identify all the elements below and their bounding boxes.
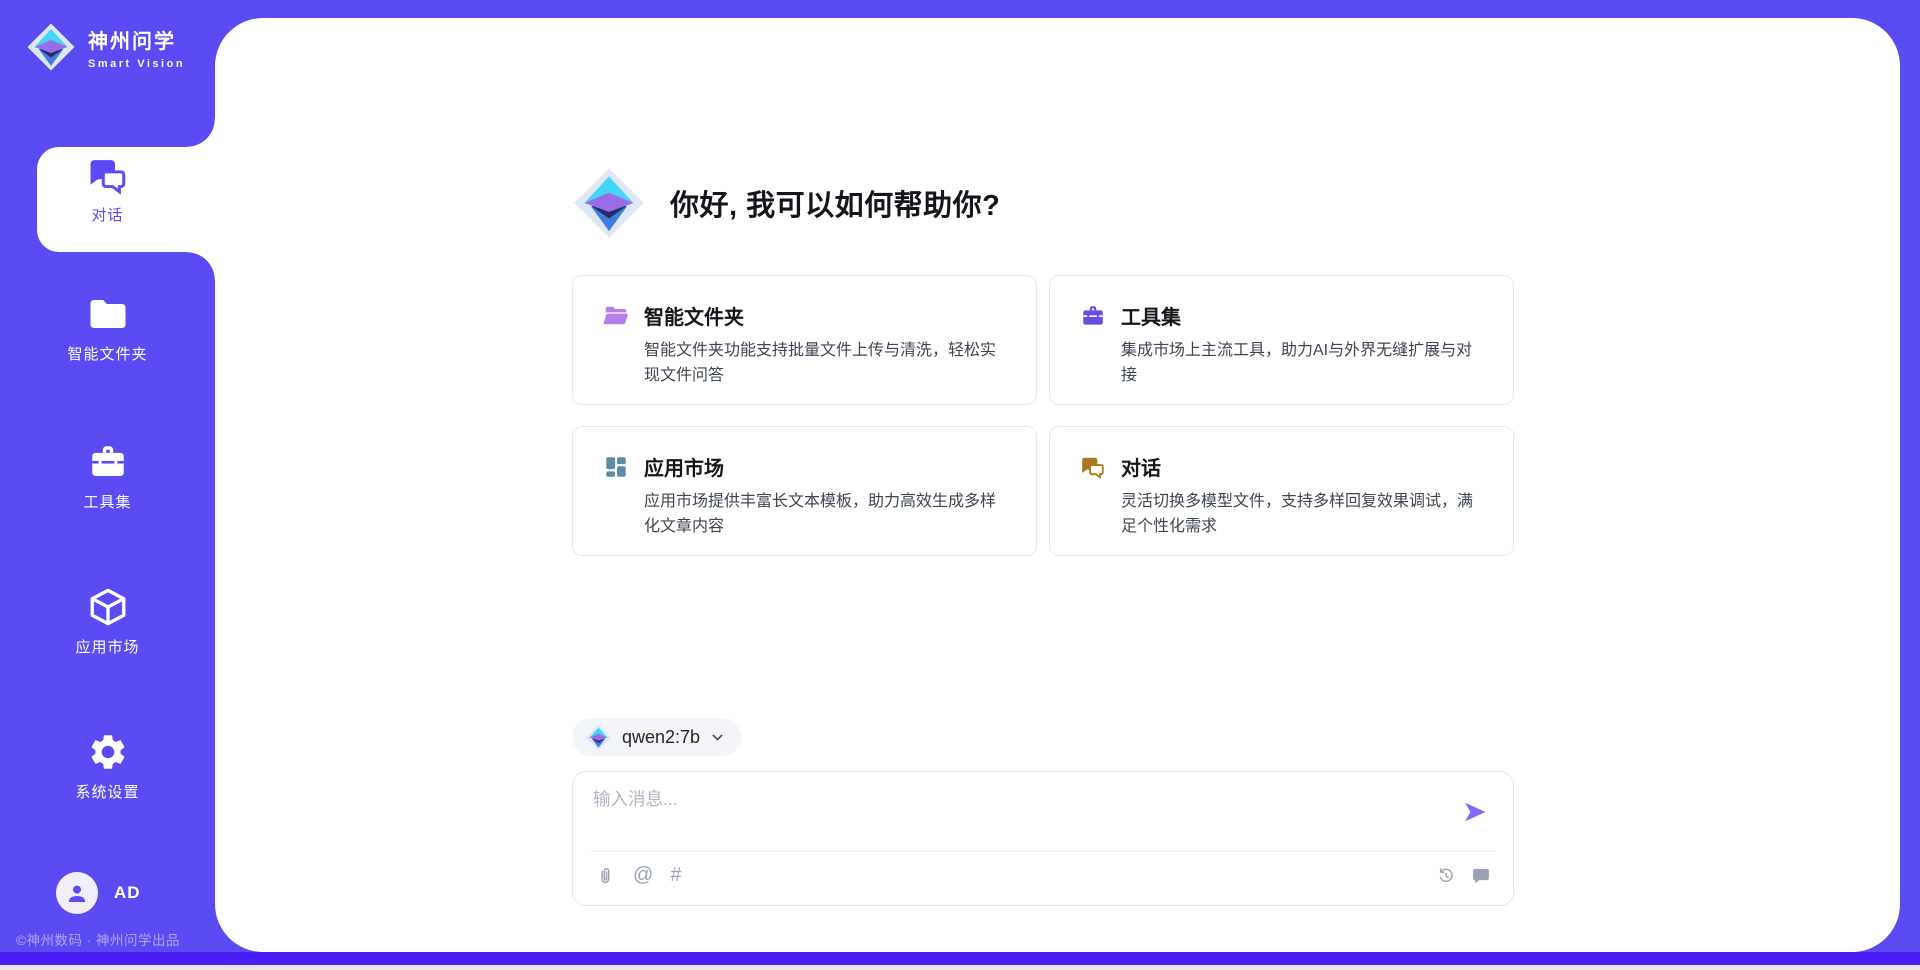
sidebar-item-app-market[interactable]: 应用市场 (0, 586, 215, 657)
card-title: 智能文件夹 (644, 301, 744, 330)
message-input-card: @ # (572, 771, 1514, 906)
sidebar-item-label: 智能文件夹 (67, 343, 147, 364)
model-name: qwen2:7b (622, 727, 700, 748)
card-header: 对话 (1080, 452, 1487, 481)
brand-diamond-logo-icon (26, 22, 76, 72)
user-account[interactable]: AD (56, 872, 141, 914)
mention-icon[interactable]: @ (633, 864, 653, 886)
input-toolbar-right (1436, 866, 1491, 886)
card-description: 灵活切换多模型文件，支持多样回复效果调试，满足个性化需求 (1121, 490, 1487, 540)
sidebar-item-label: 系统设置 (75, 781, 139, 802)
person-icon (65, 881, 89, 905)
send-button[interactable] (1461, 798, 1489, 826)
main-content-panel: 你好, 我可以如何帮助你? 智能文件夹 智能文件夹功能支持批量文件上传与清洗，轻… (215, 18, 1900, 952)
sidebar-item-chat[interactable]: 对话 (0, 154, 215, 225)
brand: 神州问学 Smart Vision (26, 22, 185, 72)
card-title: 对话 (1121, 452, 1161, 481)
sidebar-item-smart-folder[interactable]: 智能文件夹 (0, 293, 215, 364)
card-description: 智能文件夹功能支持批量文件上传与清洗，轻松实现文件问答 (644, 339, 1010, 389)
user-name: AD (114, 883, 141, 903)
hashtag-icon[interactable]: # (670, 864, 681, 886)
model-selector[interactable]: qwen2:7b (572, 718, 741, 756)
input-toolbar-left: @ # (595, 864, 681, 886)
copyright-footer: ©神州数码 · 神州问学出品 (16, 929, 180, 949)
card-header: 应用市场 (603, 452, 1010, 481)
feedback-bubble-icon[interactable] (1471, 866, 1491, 886)
chevron-down-icon (710, 730, 725, 745)
brand-subtitle: Smart Vision (88, 58, 185, 70)
paperclip-icon[interactable] (595, 865, 616, 886)
card-title: 应用市场 (644, 452, 724, 481)
card-header: 智能文件夹 (603, 301, 1010, 330)
greeting-text: 你好, 我可以如何帮助你? (670, 182, 1000, 224)
folder-icon (87, 293, 129, 335)
sidebar-item-settings[interactable]: 系统设置 (0, 731, 215, 802)
gear-icon (87, 731, 129, 773)
chat-bubbles-icon (87, 154, 129, 196)
chat-bubbles-icon (1080, 454, 1106, 480)
card-smart-folder[interactable]: 智能文件夹 智能文件夹功能支持批量文件上传与清洗，轻松实现文件问答 (572, 275, 1037, 405)
sidebar-item-label: 工具集 (83, 491, 131, 512)
input-divider (591, 851, 1495, 852)
card-chat[interactable]: 对话 灵活切换多模型文件，支持多样回复效果调试，满足个性化需求 (1049, 426, 1514, 556)
grid-icon (603, 454, 629, 480)
message-input[interactable] (593, 786, 1433, 842)
diamond-logo-icon (572, 166, 646, 240)
horizontal-scrollbar[interactable] (0, 965, 1920, 970)
sidebar-item-label: 应用市场 (75, 636, 139, 657)
sidebar-item-toolset[interactable]: 工具集 (0, 441, 215, 512)
card-app-market[interactable]: 应用市场 应用市场提供丰富长文本模板，助力高效生成多样化文章内容 (572, 426, 1037, 556)
card-description: 应用市场提供丰富长文本模板，助力高效生成多样化文章内容 (644, 490, 1010, 540)
brand-name: 神州问学 (88, 25, 185, 54)
card-title: 工具集 (1121, 301, 1181, 330)
card-description: 集成市场上主流工具，助力AI与外界无缝扩展与对接 (1121, 339, 1487, 389)
greeting-block: 你好, 我可以如何帮助你? (572, 166, 1000, 240)
avatar (56, 872, 98, 914)
toolbox-icon (1080, 303, 1106, 329)
send-arrow-icon (1461, 798, 1489, 826)
card-header: 工具集 (1080, 301, 1487, 330)
card-toolset[interactable]: 工具集 集成市场上主流工具，助力AI与外界无缝扩展与对接 (1049, 275, 1514, 405)
cube-icon (87, 586, 129, 628)
model-selector-row: qwen2:7b (572, 718, 741, 756)
brand-text: 神州问学 Smart Vision (88, 25, 185, 70)
feature-cards: 智能文件夹 智能文件夹功能支持批量文件上传与清洗，轻松实现文件问答 工具集 集成… (572, 275, 1514, 556)
diamond-logo-icon (585, 724, 612, 751)
bottom-accent-bar (0, 952, 1920, 965)
toolbox-icon (87, 441, 129, 483)
folder-open-icon (603, 303, 629, 329)
sidebar-item-label: 对话 (91, 204, 123, 225)
history-icon[interactable] (1436, 866, 1456, 886)
